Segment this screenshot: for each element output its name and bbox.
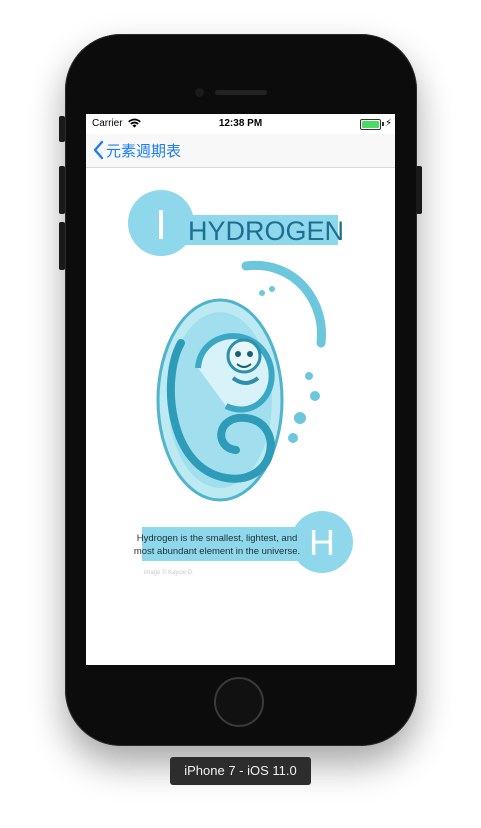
volume-up-button [59, 166, 65, 214]
element-title: HYDROGEN [188, 216, 344, 246]
battery-tip [382, 122, 384, 126]
element-symbol: H [309, 522, 335, 563]
image-credit: image © Kaycie D. [144, 569, 194, 576]
atomic-number: I [155, 201, 167, 248]
status-time: 12:38 PM [218, 118, 263, 129]
chevron-left-icon [93, 140, 104, 160]
status-bar: Carrier 12:38 PM ⚡ [86, 114, 395, 134]
volume-down-button [59, 222, 65, 270]
speaker-grille [215, 90, 267, 95]
back-button[interactable]: 元素週期表 [92, 140, 181, 160]
hydrogen-illustration: I HYDROGEN H Hydrogen is the smallest, l… [128, 190, 353, 576]
power-button [416, 166, 422, 214]
description-line-1: Hydrogen is the smallest, lightest, and [137, 533, 298, 544]
description-line-2: most abundant element in the universe. [134, 546, 300, 557]
charging-icon: ⚡ [384, 118, 392, 129]
battery-icon [360, 119, 381, 130]
water-swirl-art [156, 260, 327, 502]
device-screen: Carrier 12:38 PM ⚡ 元素週期表 I HYDROGEN H Hy… [86, 114, 395, 665]
home-button[interactable] [214, 677, 264, 727]
back-button-label: 元素週期表 [106, 142, 182, 160]
element-card: I HYDROGEN H Hydrogen is the smallest, l… [86, 168, 395, 665]
front-camera [195, 88, 204, 97]
device-label: iPhone 7 - iOS 11.0 [170, 757, 311, 785]
navigation-bar: 元素週期表 [86, 134, 395, 168]
mute-switch [59, 116, 65, 142]
